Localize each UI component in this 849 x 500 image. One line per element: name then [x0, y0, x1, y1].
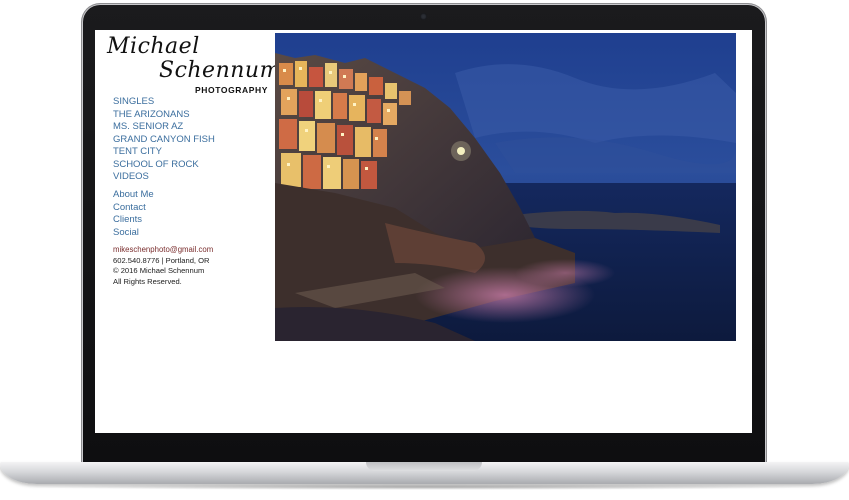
nav-link-videos[interactable]: VIDEOS: [113, 171, 215, 184]
primary-nav: SINGLES THE ARIZONANS MS. SENIOR AZ GRAN…: [113, 96, 215, 184]
logo-line1: Michael: [107, 34, 200, 59]
phone-location: 602.540.8776 | Portland, OR: [113, 255, 210, 265]
coastal-village-night-photo-icon: [275, 33, 736, 341]
nav-link-ms-senior-az[interactable]: MS. SENIOR AZ: [113, 121, 215, 134]
rights-text: All Rights Reserved.: [113, 277, 182, 287]
email-link[interactable]: mikeschenphoto@gmail.com: [113, 245, 213, 256]
nav-link-school-of-rock[interactable]: SCHOOL OF ROCK: [113, 159, 215, 172]
camera-icon: [420, 13, 427, 20]
nav-link-contact[interactable]: Contact: [113, 202, 154, 215]
nav-link-about-me[interactable]: About Me: [113, 189, 154, 202]
website-viewport: Michael Schennum PHOTOGRAPHY SINGLES THE…: [95, 30, 752, 433]
nav-link-tent-city[interactable]: TENT CITY: [113, 146, 215, 159]
nav-link-grand-canyon-fish[interactable]: GRAND CANYON FISH: [113, 134, 215, 147]
nav-link-the-arizonans[interactable]: THE ARIZONANS: [113, 109, 215, 122]
site-footer: mikeschenphoto@gmail.com 602.540.8776 | …: [113, 245, 213, 288]
hero-photo[interactable]: [275, 33, 736, 341]
nav-link-singles[interactable]: SINGLES: [113, 96, 215, 109]
logo-line2: Schennum: [159, 58, 281, 83]
laptop-notch: [366, 462, 482, 471]
site-logo[interactable]: Michael Schennum PHOTOGRAPHY: [107, 34, 280, 95]
nav-link-social[interactable]: Social: [113, 227, 154, 240]
logo-line3: PHOTOGRAPHY: [195, 85, 269, 95]
secondary-nav: About Me Contact Clients Social: [113, 189, 154, 239]
nav-link-clients[interactable]: Clients: [113, 214, 154, 227]
laptop-shadow: [20, 484, 829, 490]
copyright-text: © 2016 Michael Schennum: [113, 266, 205, 276]
